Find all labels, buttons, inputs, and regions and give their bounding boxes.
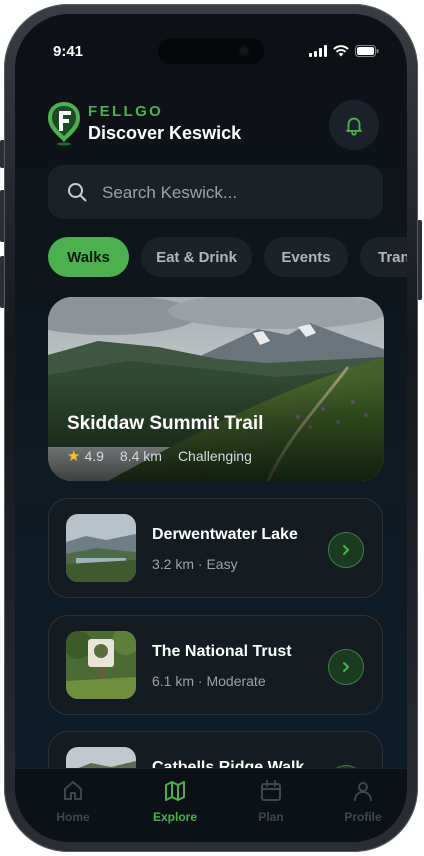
fellgo-logo xyxy=(48,102,80,146)
star-icon: ★ xyxy=(67,448,81,465)
chip-transport[interactable]: Transport xyxy=(360,237,407,277)
rating-value: 4.9 xyxy=(84,448,104,464)
walk-subtitle: 3.2 km · Easy xyxy=(152,556,238,572)
category-chips: Walks Eat & Drink Events Transport xyxy=(48,237,407,279)
chip-walks[interactable]: Walks xyxy=(48,237,129,277)
featured-walk-meta: ★ 4.9 8.4 km Challenging xyxy=(67,447,252,465)
tab-label: Plan xyxy=(258,810,284,824)
chevron-right-icon xyxy=(343,662,349,672)
bottom-tab-bar: Home Explore Plan Profile xyxy=(15,768,407,842)
status-bar: 9:41 xyxy=(15,14,407,64)
distance: 8.4 km xyxy=(119,448,162,464)
app-screen: 9:41 FELLGO Discover Keswick Search Kesw… xyxy=(15,14,407,842)
tab-label: Profile xyxy=(344,810,382,824)
search-bar[interactable] xyxy=(48,165,383,221)
tab-home[interactable]: Home xyxy=(33,779,113,824)
chip-eat-drink[interactable]: Eat & Drink xyxy=(141,237,252,277)
chevron-right-icon xyxy=(343,545,349,555)
calendar-icon xyxy=(261,780,281,801)
tab-label: Explore xyxy=(152,810,197,824)
search-icon xyxy=(68,183,87,202)
status-time: 9:41 xyxy=(53,43,84,60)
walk-title: Derwentwater Lake xyxy=(152,526,298,543)
featured-walk-title: Skiddaw Summit Trail xyxy=(67,413,264,434)
rating: ★ 4.9 xyxy=(67,447,104,465)
app-header: FELLGO Discover Keswick xyxy=(46,100,386,160)
wifi-icon xyxy=(333,45,349,57)
walk-card[interactable]: The National Trust 6.1 km · Moderate xyxy=(48,615,383,715)
bell-icon xyxy=(346,117,362,136)
status-icons xyxy=(309,45,379,57)
dynamic-island xyxy=(158,38,264,64)
open-walk-button[interactable] xyxy=(328,649,364,685)
walk-title: The National Trust xyxy=(152,643,292,660)
open-walk-button[interactable] xyxy=(328,532,364,568)
chip-events[interactable]: Events xyxy=(264,237,348,277)
signal-icon xyxy=(309,45,327,57)
walk-subtitle: 6.1 km · Moderate xyxy=(152,673,266,689)
phone-frame: 9:41 FELLGO Discover Keswick Search Kesw… xyxy=(4,4,418,852)
brand-name: FELLGO xyxy=(88,103,164,120)
walk-thumbnail xyxy=(66,631,136,699)
battery-icon xyxy=(355,45,379,57)
difficulty: Challenging xyxy=(177,448,252,464)
walk-thumbnail xyxy=(66,514,136,582)
search-input[interactable] xyxy=(100,165,374,221)
tab-profile[interactable]: Profile xyxy=(323,779,403,824)
tab-label: Home xyxy=(56,810,90,824)
page-title: Discover Keswick xyxy=(88,123,242,143)
notifications-button[interactable] xyxy=(329,100,379,150)
map-icon xyxy=(165,781,185,801)
camera-icon xyxy=(238,45,250,57)
home-icon xyxy=(64,781,82,800)
tab-plan[interactable]: Plan xyxy=(231,779,311,824)
walk-card[interactable]: Derwentwater Lake 3.2 km · Easy xyxy=(48,498,383,598)
featured-walk-card[interactable]: Skiddaw Summit Trail ★ 4.9 8.4 km Challen… xyxy=(48,297,384,481)
profile-icon xyxy=(354,782,372,801)
tab-explore[interactable]: Explore xyxy=(135,779,215,824)
